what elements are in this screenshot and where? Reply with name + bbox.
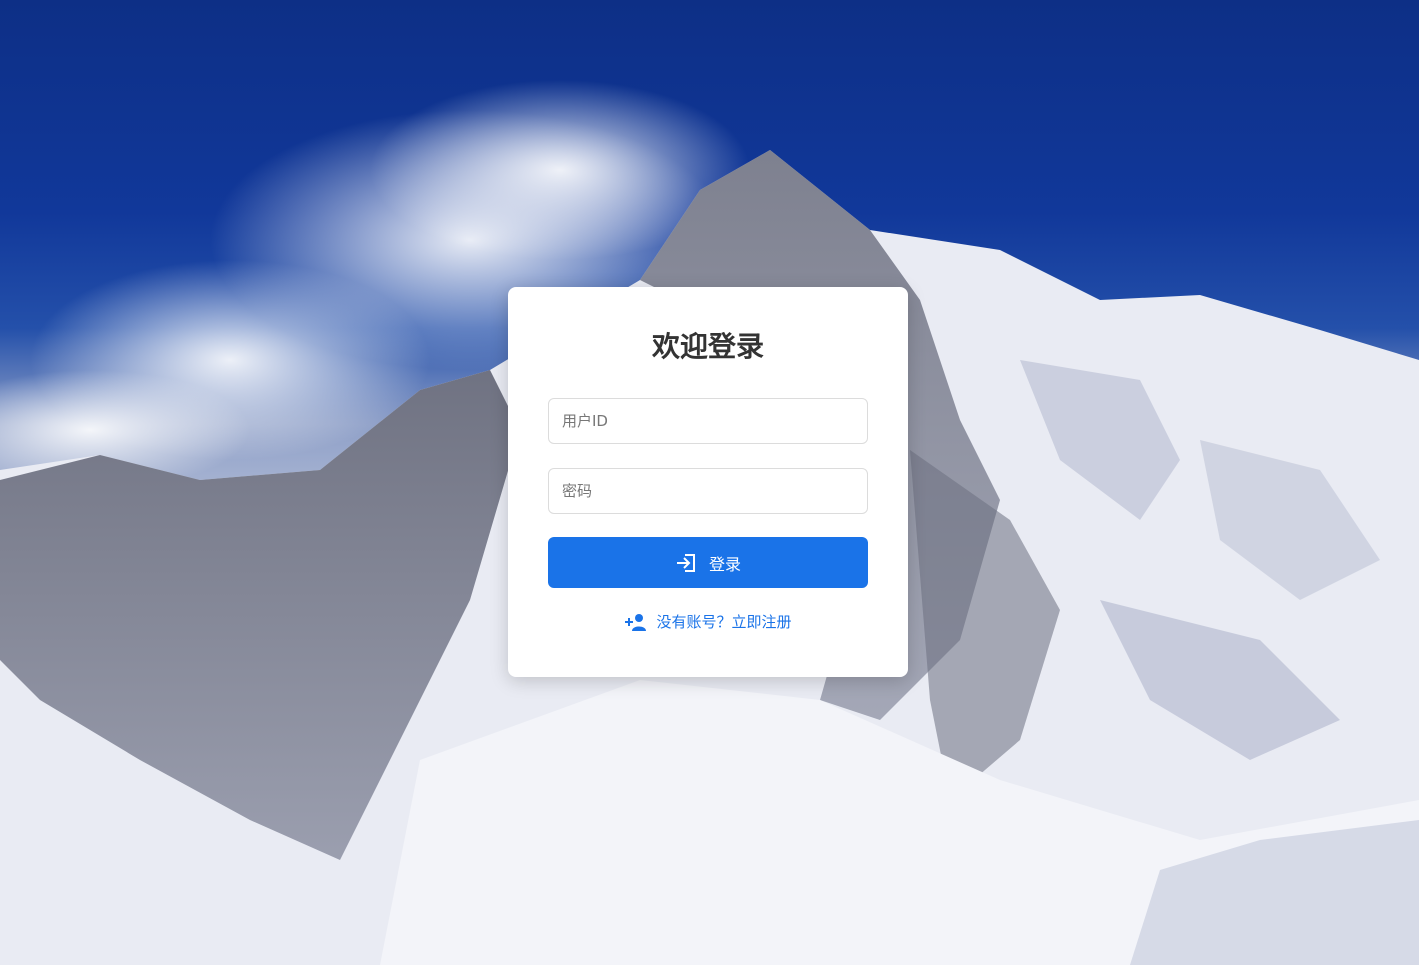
register-link-label: 没有账号？立即注册 <box>656 613 792 631</box>
login-button[interactable]: 登录 <box>548 537 868 588</box>
login-card: 欢迎登录 登录 没有账号？立即注册 <box>508 287 908 677</box>
user-id-field[interactable] <box>548 398 868 444</box>
person-add-icon <box>624 613 648 631</box>
password-input[interactable] <box>549 469 867 513</box>
login-arrow-icon <box>675 553 697 573</box>
register-link[interactable]: 没有账号？立即注册 <box>508 611 908 632</box>
login-button-label: 登录 <box>708 554 741 574</box>
password-field[interactable] <box>548 468 868 514</box>
login-title: 欢迎登录 <box>651 330 764 363</box>
user-id-input[interactable] <box>549 399 867 443</box>
